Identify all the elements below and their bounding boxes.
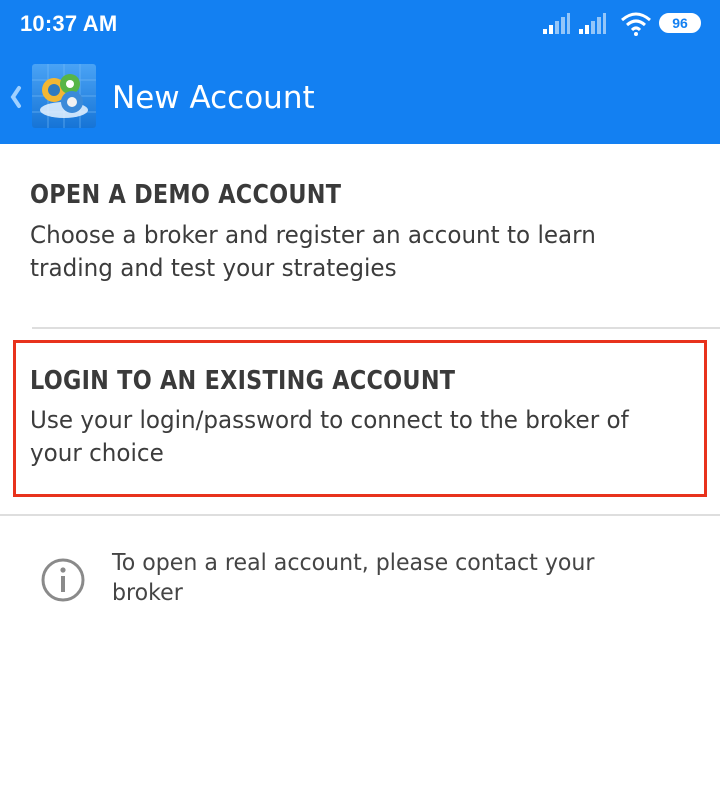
metatrader-logo-icon: [32, 64, 96, 128]
battery-level: 96: [672, 15, 688, 31]
highlight-box: [13, 340, 707, 497]
status-time: 10:37 AM: [20, 11, 118, 36]
option-title: OPEN A DEMO ACCOUNT: [30, 180, 342, 210]
chevron-left-icon[interactable]: [6, 80, 24, 114]
info-text: To open a real account, please contact y…: [112, 550, 595, 606]
page-title: New Account: [112, 80, 315, 116]
wifi-icon: [621, 12, 651, 36]
option-description: Choose a broker and register an account …: [30, 221, 596, 282]
divider: [32, 327, 720, 329]
battery-icon: 96: [659, 13, 701, 33]
signal-icon: [579, 13, 606, 34]
info-icon: [41, 558, 85, 602]
open-demo-account-option[interactable]: OPEN A DEMO ACCOUNT Choose a broker and …: [0, 144, 720, 328]
status-bar: 10:37 AM 96: [0, 0, 720, 50]
divider: [0, 514, 720, 516]
status-icons: 96: [542, 12, 702, 36]
app-bar: New Account: [0, 50, 720, 144]
signal-icon: [543, 13, 570, 34]
